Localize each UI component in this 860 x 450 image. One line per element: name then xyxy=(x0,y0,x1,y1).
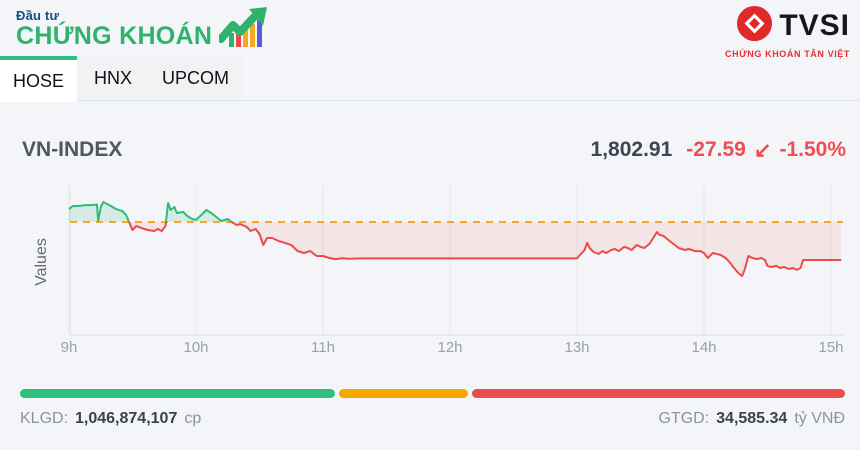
x-axis-tick-label: 10h xyxy=(183,339,208,356)
tab-upcom[interactable]: UPCOM xyxy=(149,56,242,100)
y-axis-label: Values xyxy=(33,238,50,286)
market-breadth-bar xyxy=(20,389,845,398)
tvsi-logo: TVSI CHỨNG KHOÁN TÂN VIỆT xyxy=(725,5,850,59)
top-banner: Đầu tư CHỨNG KHOÁN TVSI CHỨNG KHOÁN TÂN … xyxy=(0,0,860,59)
down-left-arrow-icon: ↙ xyxy=(753,139,772,162)
breadth-segment-decliners xyxy=(471,389,845,398)
logo-line2: CHỨNG KHOÁN xyxy=(16,21,213,50)
index-value: 1,802.91 xyxy=(590,138,673,161)
index-header: VN-INDEX 1,802.91 -27.59 ↙ -1.50% xyxy=(0,136,860,168)
breadth-segment-unchanged xyxy=(339,389,468,398)
gtgd-stat: GTGD: 34,585.34 tỷ VNĐ xyxy=(658,410,845,428)
tab-hose[interactable]: HOSE xyxy=(0,56,77,102)
brand-name: TVSI xyxy=(779,9,850,42)
intraday-chart: 9h 10h 11h 12h 13h 14h 15h Values xyxy=(0,178,860,368)
klgd-label: KLGD: xyxy=(20,410,69,427)
gtgd-value: 34,585.34 xyxy=(716,410,788,427)
x-axis-tick-label: 13h xyxy=(564,339,589,356)
brand-tagline: CHỨNG KHOÁN TÂN VIỆT xyxy=(725,49,850,59)
tabbar-divider xyxy=(0,100,860,101)
index-name: VN-INDEX xyxy=(22,138,123,161)
x-axis-tick-label: 12h xyxy=(437,339,462,356)
tab-hnx[interactable]: HNX xyxy=(77,56,149,100)
stats-row: KLGD: 1,046,874,107 cp GTGD: 34,585.34 t… xyxy=(20,410,845,428)
klgd-unit: cp xyxy=(184,410,202,427)
klgd-value: 1,046,874,107 xyxy=(75,410,178,427)
x-axis-tick-label: 15h xyxy=(818,339,843,356)
x-axis-tick-label: 9h xyxy=(61,339,78,356)
index-change-abs: -27.59 xyxy=(686,138,746,161)
x-axis-tick-label: 11h xyxy=(311,339,335,356)
logo-line1: Đầu tư xyxy=(16,8,60,24)
x-axis-tick-label: 14h xyxy=(691,339,716,356)
gtgd-unit: tỷ VNĐ xyxy=(794,410,845,427)
tvsi-knot-icon xyxy=(736,5,773,47)
klgd-stat: KLGD: 1,046,874,107 cp xyxy=(20,410,201,428)
gtgd-label: GTGD: xyxy=(658,410,710,427)
index-change: -27.59 ↙ -1.50% xyxy=(686,138,846,163)
price-chart-canvas: 9h 10h 11h 12h 13h 14h 15h Values xyxy=(33,185,845,356)
rising-chart-arrow-icon xyxy=(217,7,268,49)
exchange-tabbar: HOSE HNX UPCOM xyxy=(0,56,242,102)
dautu-chungkhoan-logo: Đầu tư CHỨNG KHOÁN xyxy=(16,7,268,50)
breadth-segment-advancers xyxy=(20,389,336,398)
index-change-pct: -1.50% xyxy=(779,138,846,161)
